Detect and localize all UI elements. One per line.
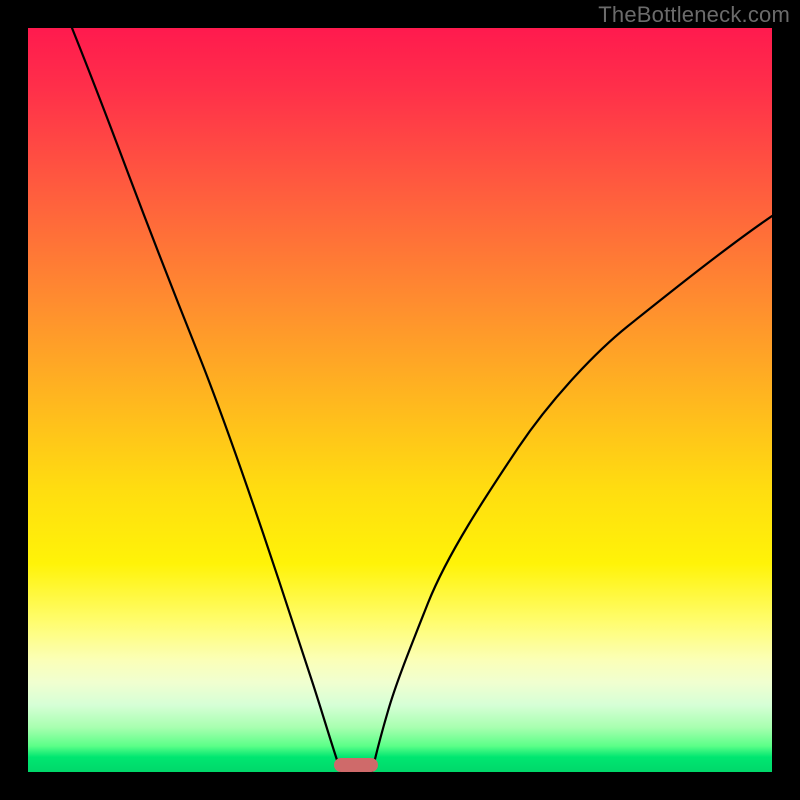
curve-layer	[28, 28, 772, 772]
watermark-text: TheBottleneck.com	[598, 2, 790, 28]
curve-right-branch	[372, 216, 772, 772]
curve-left-branch	[72, 28, 341, 772]
chart-frame: TheBottleneck.com	[0, 0, 800, 800]
plot-area	[28, 28, 772, 772]
bottleneck-marker	[334, 758, 378, 772]
